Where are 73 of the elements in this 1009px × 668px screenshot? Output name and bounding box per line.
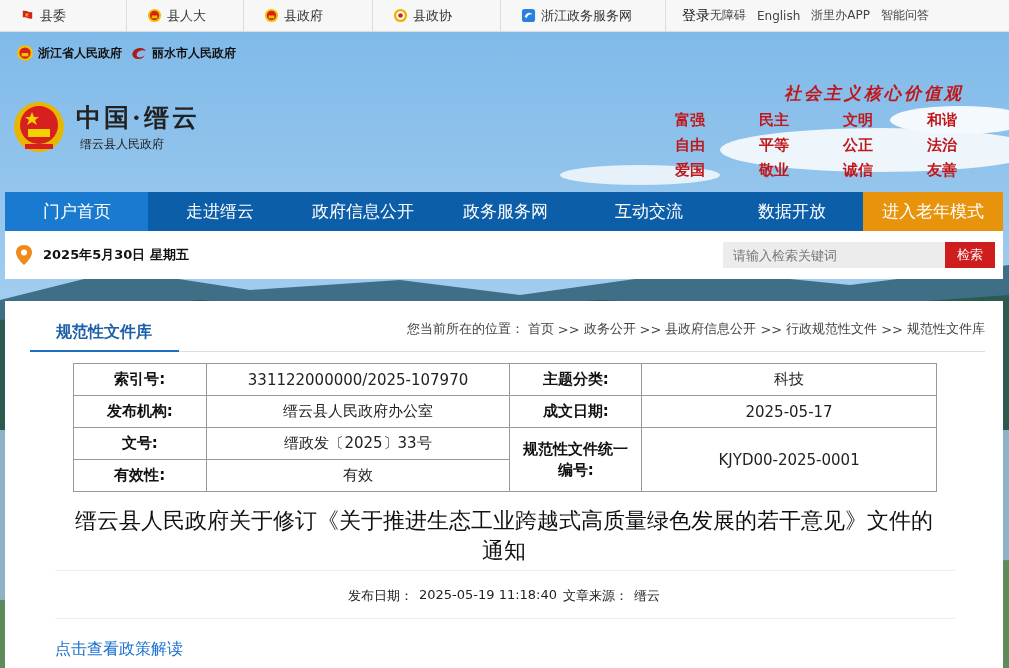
value-word: 富强 [674,111,706,130]
top-link[interactable]: 县政府 [244,0,373,31]
nav-tab[interactable]: 走进缙云 [148,192,291,231]
value-word: 敬业 [758,161,790,180]
value-word: 公正 [841,136,874,155]
value-word: 和谐 [926,111,958,130]
section-tab[interactable]: 规范性文件库 [30,322,179,352]
breadcrumb-label: 您当前所在的位置： [406,320,524,338]
breadcrumb-link[interactable]: 规范性文件库 [907,320,985,338]
field-value: 科技 [641,363,937,396]
top-link[interactable]: 浙里办APP [811,7,870,24]
values-heading: 社会主义核心价值观 [784,82,964,105]
meta-label: 发布日期： [347,587,413,605]
breadcrumb-link[interactable]: 首页 [527,320,554,338]
national-emblem-icon [12,100,66,154]
field-value: 2025-05-17 [641,395,937,428]
breadcrumb-separator: >> [760,321,783,337]
field-label: 成文日期: [509,395,642,428]
field-value: 331122000000/2025-107970 [206,363,510,396]
top-link[interactable]: 县人大 [126,0,245,31]
value-word: 民主 [758,111,790,130]
field-value: 缙云县人民政府办公室 [206,395,510,428]
breadcrumb-link[interactable]: 县政府信息公开 [665,320,757,338]
value-word: 爱国 [674,161,706,180]
field-label: 主题分类: [509,363,642,396]
field-label: 有效性: [73,459,207,492]
field-value: KJYD00-2025-0001 [641,427,937,492]
value-word: 平等 [758,136,790,155]
nav-tab[interactable]: 互动交流 [577,192,720,231]
meta-value: 2025-05-19 11:18:40 [418,587,558,604]
breadcrumb-separator: >> [639,321,662,337]
current-date: 2025年5月30日 星期五 [43,246,189,264]
nav-tab[interactable]: 门户首页 [5,192,148,231]
nav-tab[interactable]: 数据开放 [720,192,863,231]
breadcrumb-separator: >> [557,321,580,337]
nav-tab[interactable]: 政务服务网 [434,192,577,231]
breadcrumb-link[interactable]: 行政规范性文件 [786,320,878,338]
meta-label: 文章来源： [563,587,629,605]
top-link[interactable]: 智能问答 [881,7,929,24]
value-word: 文明 [842,111,874,130]
parent-site-link[interactable]: 浙江省人民政府 [16,44,122,62]
field-label: 发布机构: [73,395,207,428]
search-field[interactable]: 请输入检索关键词 [723,242,945,268]
service-logo-icon [521,8,537,23]
field-value: 缙政发〔2025〕33号 [206,427,510,460]
breadcrumb-separator: >> [881,321,903,337]
top-link[interactable]: 县政协 [372,0,502,31]
field-label: 文号: [73,427,207,460]
location-pin-icon [15,244,33,266]
emblem-icon [16,44,34,62]
top-link[interactable]: 无障碍 [709,7,746,24]
value-word: 诚信 [841,161,874,180]
article-title: 缙云县人民政府关于修订《关于推进生态工业跨越式高质量绿色发展的若干意见》文件的通知 [74,507,934,565]
top-link[interactable]: English [756,8,801,23]
parent-site-link[interactable]: 丽水市人民政府 [130,44,236,62]
emblem-icon [392,8,408,23]
field-label: 规范性文件统一编号: [509,427,642,492]
top-link[interactable]: 县委 [0,0,127,31]
field-label: 索引号: [73,363,207,396]
policy-interpretation-link[interactable]: 点击查看政策解读 [55,639,183,660]
top-link[interactable]: 浙江政务服务网 [501,0,666,31]
site-subtitle: 缙云县人民政府 [79,136,165,153]
search-button[interactable]: 检索 [945,242,995,268]
value-word: 自由 [674,136,706,155]
value-word: 法治 [926,136,958,155]
emblem-icon [264,8,280,23]
nav-tab[interactable]: 政府信息公开 [291,192,434,231]
emblem-icon [146,8,162,23]
site-title: 中国·缙云 [76,102,200,134]
meta-value: 缙云 [634,587,661,605]
breadcrumb-link[interactable]: 政务公开 [583,320,636,338]
login-link[interactable]: 登录 [665,0,710,31]
value-word: 友善 [926,161,958,180]
